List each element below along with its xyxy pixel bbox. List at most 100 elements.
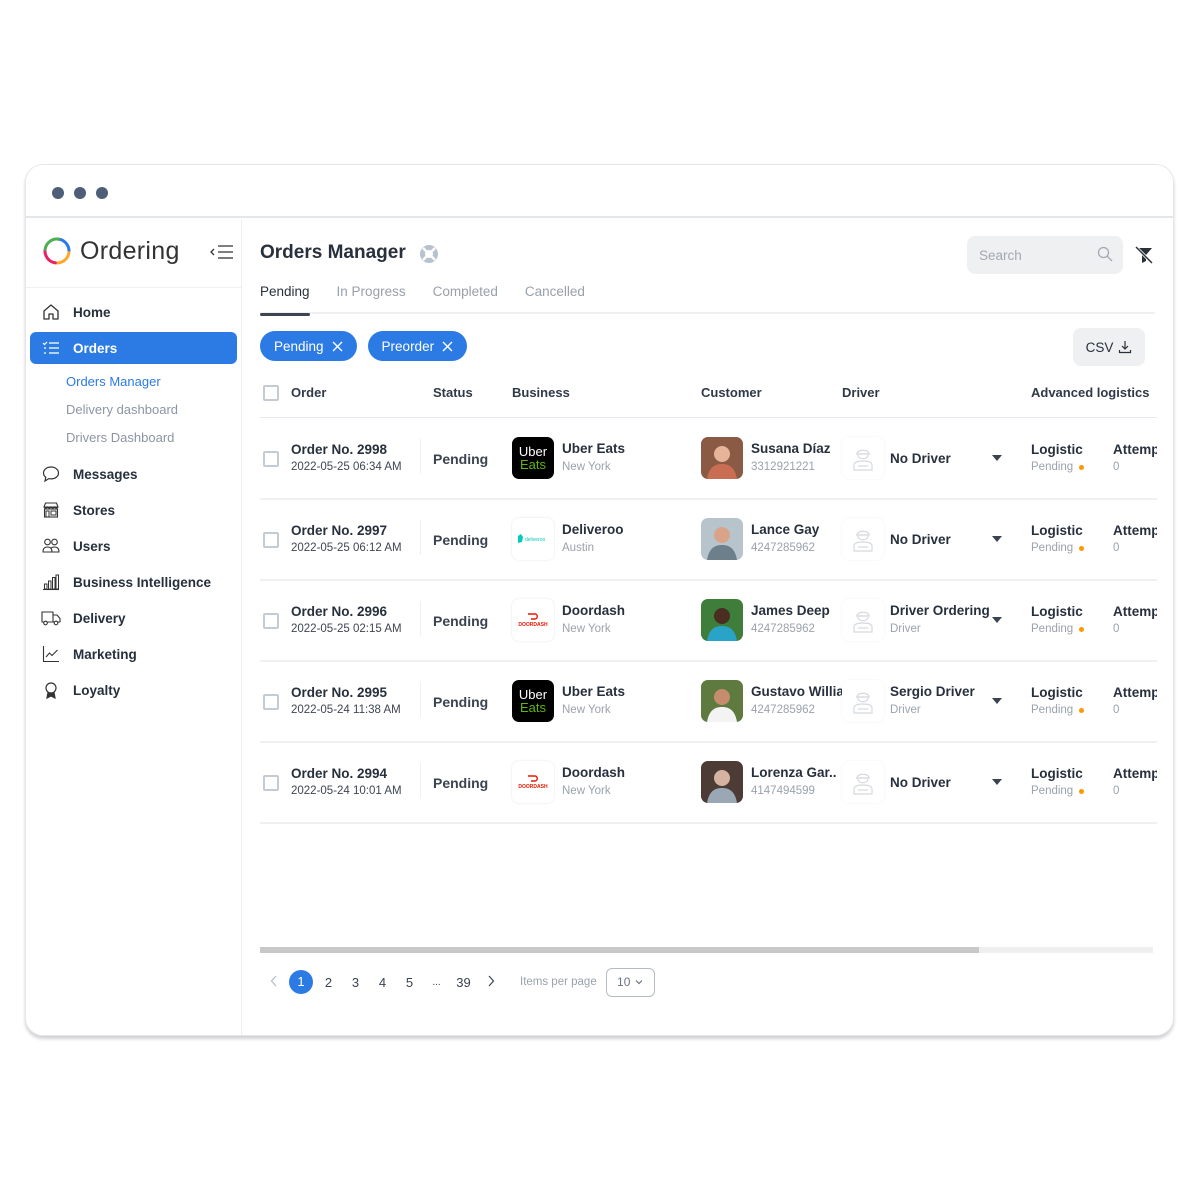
logistic-status-text: Pending (1031, 704, 1074, 716)
deliveroo-logo: deliveroo (512, 518, 554, 560)
submenu-item-orders-manager[interactable]: Orders Manager (26, 368, 241, 396)
column-header-business[interactable]: Business (512, 385, 570, 400)
attempts-value: 0 (1113, 704, 1120, 716)
logistic-title: Logistic (1031, 766, 1083, 781)
window-control-dot[interactable] (74, 187, 86, 199)
sidebar-item-orders[interactable]: Orders (30, 332, 237, 364)
close-icon[interactable] (442, 341, 453, 352)
uber-eats-logo: Uber Eats (512, 680, 554, 722)
column-header-driver[interactable]: Driver (842, 385, 880, 400)
row-checkbox[interactable] (263, 613, 279, 629)
page-button[interactable]: 2 (315, 975, 342, 990)
column-header-order[interactable]: Order (291, 385, 326, 400)
previous-page-button[interactable] (260, 975, 287, 990)
driver-name[interactable]: No Driver (890, 775, 951, 790)
svg-text:DOORDASH: DOORDASH (518, 622, 548, 628)
order-date: 2022-05-24 10:01 AM (291, 785, 402, 797)
export-csv-button[interactable]: CSV (1073, 328, 1145, 366)
customer-phone: 4247285962 (751, 704, 815, 716)
page-button[interactable]: 39 (450, 975, 477, 990)
table-row[interactable]: Order No. 2998 2022-05-25 06:34 AM Pending… (260, 419, 1157, 500)
sidebar-item-marketing[interactable]: Marketing (30, 638, 237, 670)
users-icon (41, 536, 61, 556)
select-all-checkbox[interactable] (263, 385, 279, 401)
page-button[interactable]: 1 (289, 970, 313, 994)
lifebuoy-icon[interactable] (419, 244, 439, 264)
column-header-customer[interactable]: Customer (701, 385, 762, 400)
sidebar-item-messages[interactable]: Messages (30, 458, 237, 490)
filter-chip-preorder[interactable]: Preorder (367, 331, 468, 361)
row-checkbox[interactable] (263, 694, 279, 710)
driver-name[interactable]: Driver Ordering (890, 603, 990, 618)
order-number[interactable]: Order No. 2997 (291, 523, 387, 538)
filter-off-icon[interactable] (1133, 244, 1155, 266)
window-control-dot[interactable] (96, 187, 108, 199)
column-header-advanced-logistics[interactable]: Advanced logistics (1031, 385, 1149, 400)
sidebar-item-stores[interactable]: Stores (30, 494, 237, 526)
search-input[interactable] (979, 247, 1089, 263)
driver-name[interactable]: Sergio Driver (890, 684, 975, 699)
driver-dropdown-caret-icon[interactable] (992, 536, 1002, 542)
close-icon[interactable] (332, 341, 343, 352)
brand-logo[interactable]: Ordering (42, 234, 180, 268)
next-page-button[interactable] (477, 975, 504, 990)
tab-pending[interactable]: Pending (260, 282, 310, 316)
order-status: Pending (433, 532, 489, 548)
status-dot-icon (1079, 626, 1085, 632)
page-button[interactable]: 3 (342, 975, 369, 990)
submenu-item-delivery-dashboard[interactable]: Delivery dashboard (26, 396, 241, 424)
table-row[interactable]: Order No. 2995 2022-05-24 11:38 AM Pending… (260, 662, 1157, 743)
items-per-page-select[interactable]: 10 (605, 967, 655, 997)
attempts-title: Attempts (1113, 766, 1157, 781)
customer-name: Gustavo Willia.. (751, 684, 843, 699)
logistic-status: Pending (1031, 704, 1085, 716)
sidebar-item-delivery[interactable]: Delivery (30, 602, 237, 634)
driver-dropdown-caret-icon[interactable] (992, 698, 1002, 704)
attempts-value: 0 (1113, 623, 1120, 635)
sidebar-item-users[interactable]: Users (30, 530, 237, 562)
table-row[interactable]: Order No. 2994 2022-05-24 10:01 AM Pending… (260, 743, 1157, 824)
browser-window: Ordering Home Orders Orders Manager Deli… (25, 164, 1174, 1036)
row-checkbox[interactable] (263, 532, 279, 548)
scrollbar-thumb[interactable] (260, 947, 979, 953)
sidebar-item-loyalty[interactable]: Loyalty (30, 674, 237, 706)
driver-dropdown-caret-icon[interactable] (992, 617, 1002, 623)
page-button[interactable]: 4 (369, 975, 396, 990)
brand-name: Ordering (80, 236, 180, 265)
row-checkbox[interactable] (263, 451, 279, 467)
search-box[interactable] (967, 236, 1123, 274)
tab-cancelled[interactable]: Cancelled (525, 282, 585, 314)
driver-name[interactable]: No Driver (890, 532, 951, 547)
search-icon[interactable] (1097, 246, 1113, 267)
home-icon (41, 302, 61, 322)
award-icon (41, 680, 61, 700)
table-row[interactable]: Order No. 2997 2022-05-25 06:12 AM Pending… (260, 500, 1157, 581)
order-number[interactable]: Order No. 2995 (291, 685, 387, 700)
order-number[interactable]: Order No. 2998 (291, 442, 387, 457)
driver-dropdown-caret-icon[interactable] (992, 779, 1002, 785)
sidebar-item-home[interactable]: Home (30, 296, 237, 328)
customer-phone: 3312921221 (751, 461, 815, 473)
business-name: Uber Eats (562, 441, 626, 456)
order-number[interactable]: Order No. 2996 (291, 604, 387, 619)
driver-dropdown-caret-icon[interactable] (992, 455, 1002, 461)
collapse-sidebar-button[interactable] (209, 242, 235, 262)
column-header-status[interactable]: Status (433, 385, 473, 400)
window-control-dot[interactable] (52, 187, 64, 199)
table-row[interactable]: Order No. 2996 2022-05-25 02:15 AM Pending… (260, 581, 1157, 662)
sidebar-nav: Home Orders Orders Manager Delivery dash… (26, 296, 241, 710)
horizontal-scrollbar[interactable] (260, 947, 1153, 953)
business-city: Austin (562, 542, 594, 554)
page-ellipsis: ... (432, 976, 441, 988)
tab-in-progress[interactable]: In Progress (337, 282, 406, 314)
sidebar-item-business-intelligence[interactable]: Business Intelligence (30, 566, 237, 598)
tab-completed[interactable]: Completed (433, 282, 498, 314)
page-button[interactable]: 5 (396, 975, 423, 990)
submenu-item-drivers-dashboard[interactable]: Drivers Dashboard (26, 424, 241, 452)
order-number[interactable]: Order No. 2994 (291, 766, 387, 781)
row-checkbox[interactable] (263, 775, 279, 791)
svg-text:deliveroo: deliveroo (525, 537, 546, 543)
driver-avatar (842, 680, 884, 722)
filter-chip-pending[interactable]: Pending (260, 331, 357, 361)
driver-name[interactable]: No Driver (890, 451, 951, 466)
